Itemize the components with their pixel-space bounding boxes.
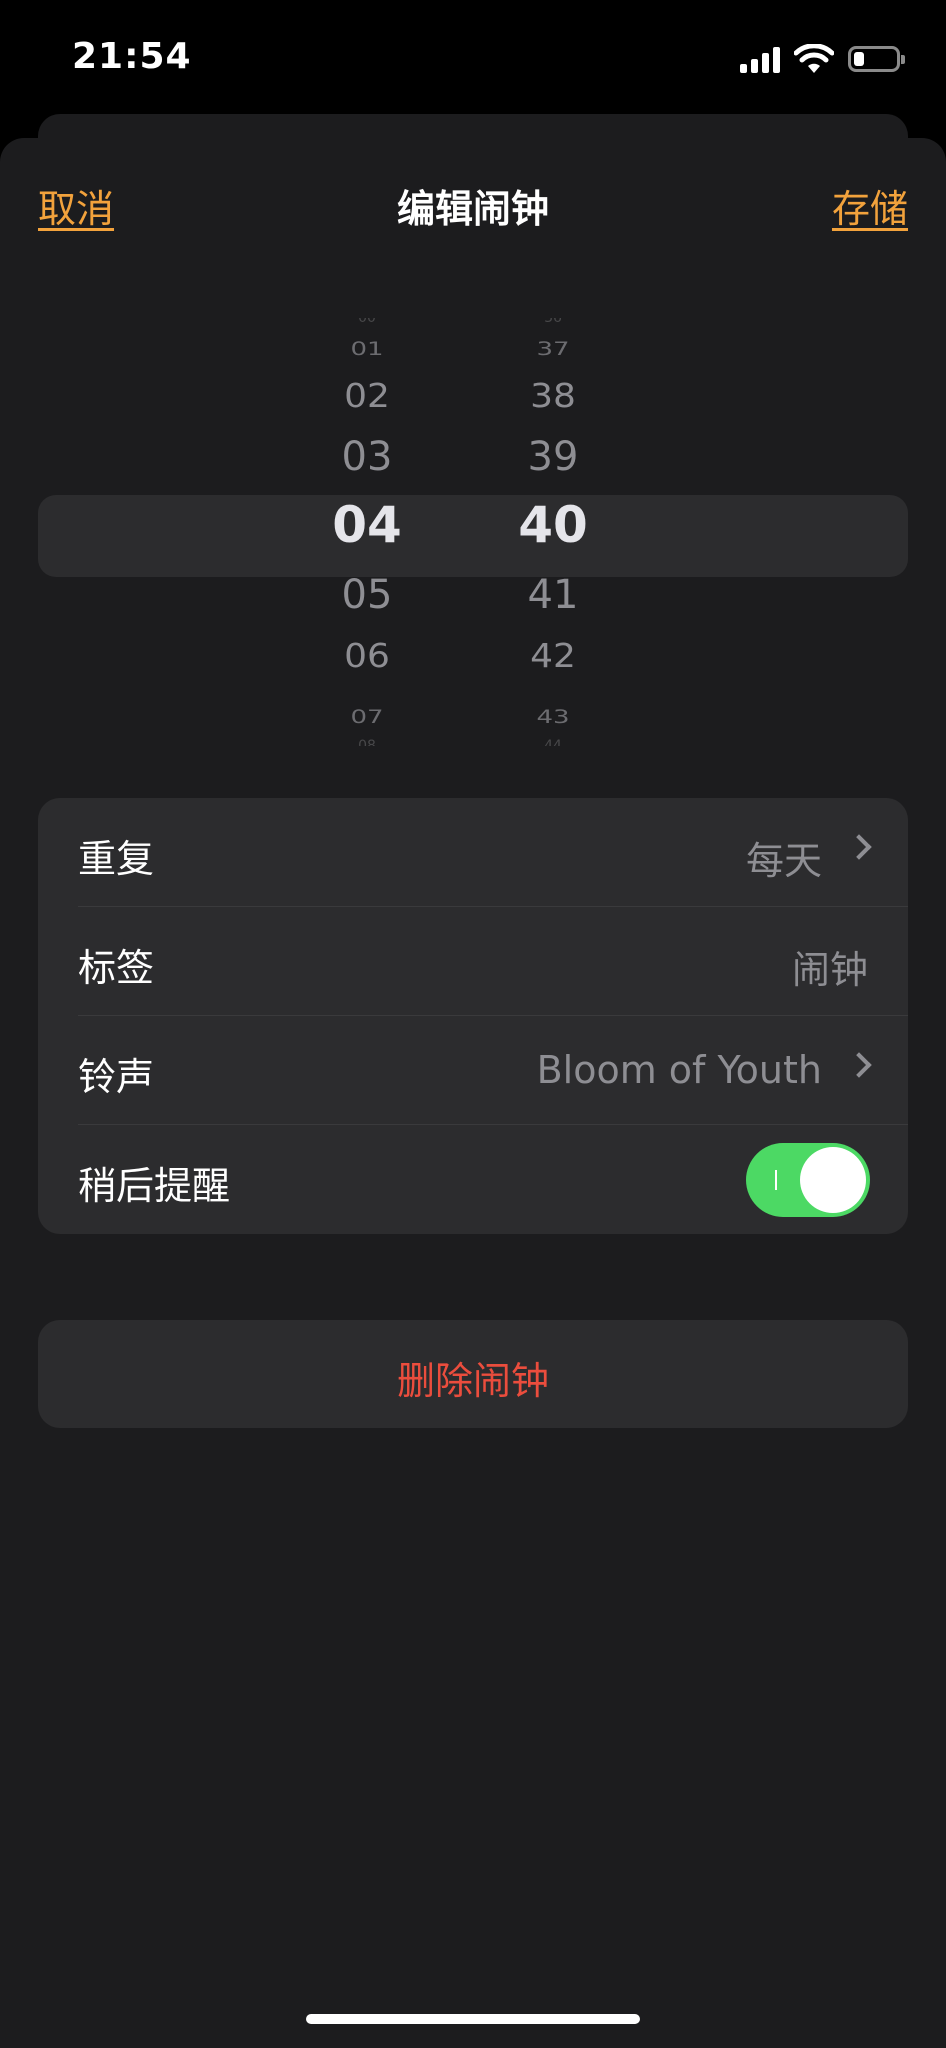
status-time: 21:54 bbox=[72, 36, 192, 77]
picker-value[interactable]: 01 bbox=[292, 338, 442, 360]
picker-value[interactable]: 07 bbox=[292, 706, 442, 728]
picker-value[interactable]: 37 bbox=[478, 338, 628, 360]
snooze-row: 稍后提醒 bbox=[38, 1125, 908, 1233]
picker-selected-value[interactable]: 04 bbox=[292, 496, 442, 554]
toggle-knob bbox=[800, 1147, 866, 1213]
picker-value[interactable]: 06 bbox=[292, 638, 442, 676]
sound-value: Bloom of Youth bbox=[536, 1048, 822, 1092]
label-row[interactable]: 标签 闹钟 bbox=[38, 907, 908, 1015]
snooze-toggle[interactable] bbox=[746, 1143, 870, 1217]
chevron-right-icon bbox=[846, 834, 872, 860]
home-indicator bbox=[306, 2014, 640, 2024]
snooze-label: 稍后提醒 bbox=[78, 1164, 231, 1208]
picker-value[interactable]: 42 bbox=[478, 638, 628, 676]
chevron-right-icon bbox=[846, 1052, 872, 1078]
picker-selected-value[interactable]: 40 bbox=[478, 496, 628, 554]
status-bar: 21:54 bbox=[0, 0, 946, 120]
repeat-row[interactable]: 重复 每天 bbox=[38, 798, 908, 906]
battery-level bbox=[854, 52, 864, 66]
toggle-on-indicator bbox=[775, 1170, 777, 1190]
status-icons bbox=[740, 44, 905, 74]
battery-icon bbox=[848, 46, 905, 72]
picker-value[interactable]: 39 bbox=[478, 434, 628, 480]
delete-alarm-label: 删除闹钟 bbox=[396, 1359, 549, 1403]
sound-label: 铃声 bbox=[78, 1055, 155, 1099]
hour-picker-wheel[interactable]: 00 01 02 03 04 05 06 07 08 bbox=[292, 310, 442, 750]
picker-value[interactable]: 43 bbox=[478, 706, 628, 728]
delete-alarm-button[interactable]: 删除闹钟 bbox=[38, 1320, 908, 1428]
page-title: 编辑闹钟 bbox=[396, 187, 549, 231]
picker-value[interactable]: 05 bbox=[292, 572, 442, 618]
picker-value[interactable]: 41 bbox=[478, 572, 628, 618]
sound-row[interactable]: 铃声 Bloom of Youth bbox=[38, 1016, 908, 1124]
picker-value[interactable]: 02 bbox=[292, 378, 442, 416]
picker-value[interactable]: 03 bbox=[292, 434, 442, 480]
label-input[interactable]: 闹钟 bbox=[792, 939, 868, 994]
picker-value[interactable]: 36 bbox=[478, 318, 628, 326]
minute-picker-wheel[interactable]: 36 37 38 39 40 41 42 43 44 bbox=[478, 310, 628, 750]
repeat-label: 重复 bbox=[78, 837, 155, 881]
repeat-value: 每天 bbox=[745, 839, 822, 883]
picker-value[interactable]: 38 bbox=[478, 378, 628, 416]
picker-value[interactable]: 00 bbox=[292, 318, 442, 326]
label-label: 标签 bbox=[78, 946, 155, 990]
cellular-signal-icon bbox=[740, 45, 780, 73]
save-button[interactable]: 存储 bbox=[832, 178, 908, 233]
alarm-settings-group: 重复 每天 标签 闹钟 铃声 Bloom of Youth 稍后提醒 bbox=[38, 798, 908, 1234]
picker-selection-highlight bbox=[38, 495, 908, 577]
wifi-icon bbox=[794, 44, 834, 73]
